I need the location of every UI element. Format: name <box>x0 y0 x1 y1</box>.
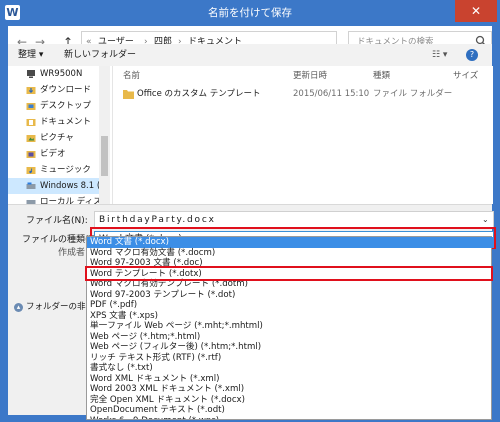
dropdown-option[interactable]: Word 97-2003 テンプレート (*.dot) <box>87 290 494 301</box>
help-icon[interactable]: ? <box>466 49 478 61</box>
dropdown-option[interactable]: Word 2003 XML ドキュメント (*.xml) <box>87 384 494 395</box>
dropdown-option[interactable]: 完全 Open XML ドキュメント (*.docx) <box>87 395 494 406</box>
filename-value: BirthdayParty.docx <box>99 215 216 225</box>
sidebar-item-downloads[interactable]: ダウンロード <box>8 82 106 98</box>
scrollbar-thumb[interactable] <box>101 136 108 176</box>
close-button[interactable]: ✕ <box>455 0 497 22</box>
chevron-down-icon[interactable]: ⌄ <box>482 215 489 224</box>
window-border-left <box>0 26 8 422</box>
documents-folder-icon <box>26 119 36 126</box>
dropdown-option[interactable]: OpenDocument テキスト (*.odt) <box>87 405 494 416</box>
sidebar-item-label: デスクトップ <box>40 101 92 111</box>
file-row[interactable]: Office のカスタム テンプレート 2015/06/11 15:10 ファイ… <box>113 86 493 102</box>
dropdown-option[interactable]: PDF (*.pdf) <box>87 300 494 311</box>
column-header-date[interactable]: 更新日時 <box>293 69 327 83</box>
music-folder-icon <box>26 167 36 174</box>
file-name: Office のカスタム テンプレート <box>137 89 261 99</box>
column-header-name[interactable]: 名前 <box>123 69 140 83</box>
sidebar-item-music[interactable]: ミュージック <box>8 162 106 178</box>
sidebar-item-drive-c[interactable]: Windows 8.1 (C <box>8 178 106 194</box>
download-folder-icon <box>26 87 36 94</box>
videos-folder-icon <box>26 151 36 158</box>
column-header-type[interactable]: 種類 <box>373 69 390 83</box>
dropdown-option[interactable]: 書式なし (*.txt) <box>87 363 494 374</box>
computer-icon <box>27 70 35 78</box>
dropdown-option[interactable]: Word マクロ有効文書 (*.docm) <box>87 248 494 259</box>
sidebar-item-label: ドキュメント <box>40 117 92 127</box>
sidebar-item-label: ローカル ディスク (E <box>40 197 106 204</box>
sidebar-item-label: ピクチャ <box>40 133 74 143</box>
sidebar-item-label: Windows 8.1 (C <box>40 181 107 191</box>
filename-label: ファイル名(N): <box>26 216 88 226</box>
sidebar-item-videos[interactable]: ビデオ <box>8 146 106 162</box>
dropdown-option[interactable]: Word 文書 (*.docx) <box>87 237 494 248</box>
dropdown-option[interactable]: Web ページ (フィルター後) (*.htm;*.html) <box>87 342 494 353</box>
pictures-folder-icon <box>26 135 36 142</box>
sidebar-item-label: ビデオ <box>40 149 66 159</box>
view-options-button[interactable]: ☷ ▾ <box>432 44 447 66</box>
sidebar-item-label: WR9500N <box>40 69 83 79</box>
drive-icon <box>26 200 36 204</box>
chevron-up-icon: ▴ <box>14 303 23 312</box>
title-bar[interactable]: W 名前を付けて保存 ✕ <box>0 0 500 26</box>
sidebar-item-desktop[interactable]: デスクトップ <box>8 98 106 114</box>
sidebar-scrollbar[interactable] <box>99 66 110 204</box>
sidebar-item-label: ミュージック <box>40 165 91 175</box>
sidebar-item-documents[interactable]: ドキュメント <box>8 114 106 130</box>
file-type: ファイル フォルダー <box>373 89 453 99</box>
dropdown-option[interactable]: Web ページ (*.htm;*.html) <box>87 332 494 343</box>
file-list: 名前 更新日時 種類 サイズ Office のカスタム テンプレート 2015/… <box>112 66 493 204</box>
sidebar-item-pictures[interactable]: ピクチャ <box>8 130 106 146</box>
organize-button[interactable]: 整理 ▾ <box>18 44 43 66</box>
dropdown-option[interactable]: XPS 文書 (*.xps) <box>87 311 494 322</box>
filetype-dropdown-list[interactable]: Word 文書 (*.docx) Word マクロ有効文書 (*.docm) W… <box>85 236 494 420</box>
folder-icon <box>123 90 134 99</box>
template-option-highlight-box <box>85 266 493 281</box>
sidebar-item-label: ダウンロード <box>40 85 92 95</box>
author-label: 作成者: <box>58 248 89 258</box>
column-header-size[interactable]: サイズ <box>453 69 478 83</box>
dropdown-option[interactable]: Word XML ドキュメント (*.xml) <box>87 374 494 385</box>
sidebar-item-network[interactable]: WR9500N <box>8 66 106 82</box>
file-date: 2015/06/11 15:10 <box>293 89 370 99</box>
dropdown-option[interactable]: 単一ファイル Web ページ (*.mht;*.mhtml) <box>87 321 494 332</box>
navigation-pane: WR9500N ダウンロード デスクトップ ドキュメント ピクチャ ビデオ ミュ… <box>8 66 110 204</box>
sidebar-item-drive-e[interactable]: ローカル ディスク (E <box>8 194 106 204</box>
dropdown-option[interactable]: Works 6 - 9 Document (*.wps) <box>87 416 494 419</box>
desktop-folder-icon <box>26 103 36 110</box>
drive-icon <box>26 182 36 189</box>
toolbar: 整理 ▾ 新しいフォルダー ☷ ▾ ? <box>8 44 492 66</box>
save-as-dialog: W 名前を付けて保存 ✕ ← → ↑ « ユーザー › 四郎 › ドキュメント … <box>0 0 500 422</box>
window-title: 名前を付けて保存 <box>208 7 292 19</box>
new-folder-button[interactable]: 新しいフォルダー <box>64 44 136 66</box>
dropdown-option[interactable]: リッチ テキスト形式 (RTF) (*.rtf) <box>87 353 494 364</box>
